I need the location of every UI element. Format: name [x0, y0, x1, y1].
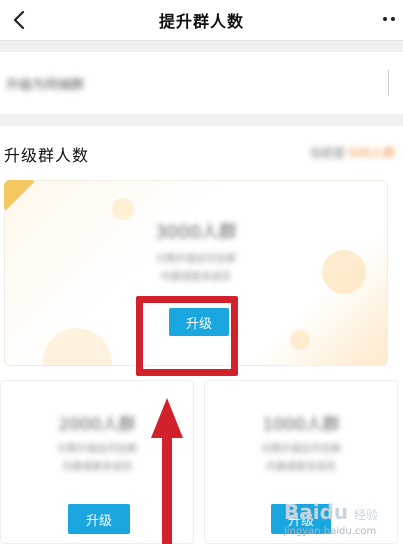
section-title: 升级群人数 — [4, 146, 90, 165]
watermark-brand: Baidu — [284, 500, 349, 524]
decor-bubble — [290, 330, 310, 350]
settings-row-label: 升级为同城群 — [6, 77, 85, 93]
current-capacity-value: 500人群 — [348, 146, 395, 160]
baidu-watermark: Baidu 经验 jingyan.baidu.com — [284, 500, 394, 542]
plan-description: 内邀请更多成员 — [161, 272, 231, 283]
more-options-icon[interactable] — [383, 17, 395, 21]
plan-description: 付费升级后可在群 — [261, 444, 341, 455]
row-divider — [388, 70, 389, 96]
decor-bubble — [42, 328, 112, 366]
plan-amount: 3000人群 — [155, 222, 237, 243]
annotation-highlight-box — [136, 296, 238, 376]
plan-description: 付费升级后可在群 — [156, 254, 236, 265]
current-capacity-text: 当前是 500人群 — [309, 144, 395, 161]
plan-amount: 1000人群 — [262, 415, 340, 435]
watermark-url: jingyan.baidu.com — [284, 526, 377, 537]
corner-decoration — [4, 180, 35, 211]
decor-bubble — [112, 198, 134, 220]
annotation-arrow-shaft — [162, 430, 172, 544]
back-arrow-icon[interactable] — [6, 6, 34, 34]
top-navigation-bar: 提升群人数 — [0, 0, 403, 41]
upgrade-button-left[interactable]: 升级 — [68, 504, 130, 534]
settings-row[interactable]: 升级为同城群 — [0, 52, 403, 114]
current-capacity-prefix: 当前是 — [309, 146, 346, 160]
page-title: 提升群人数 — [158, 12, 244, 31]
watermark-sub: 经验 — [354, 508, 379, 522]
plan-description: 内邀请更多成员 — [266, 462, 336, 473]
